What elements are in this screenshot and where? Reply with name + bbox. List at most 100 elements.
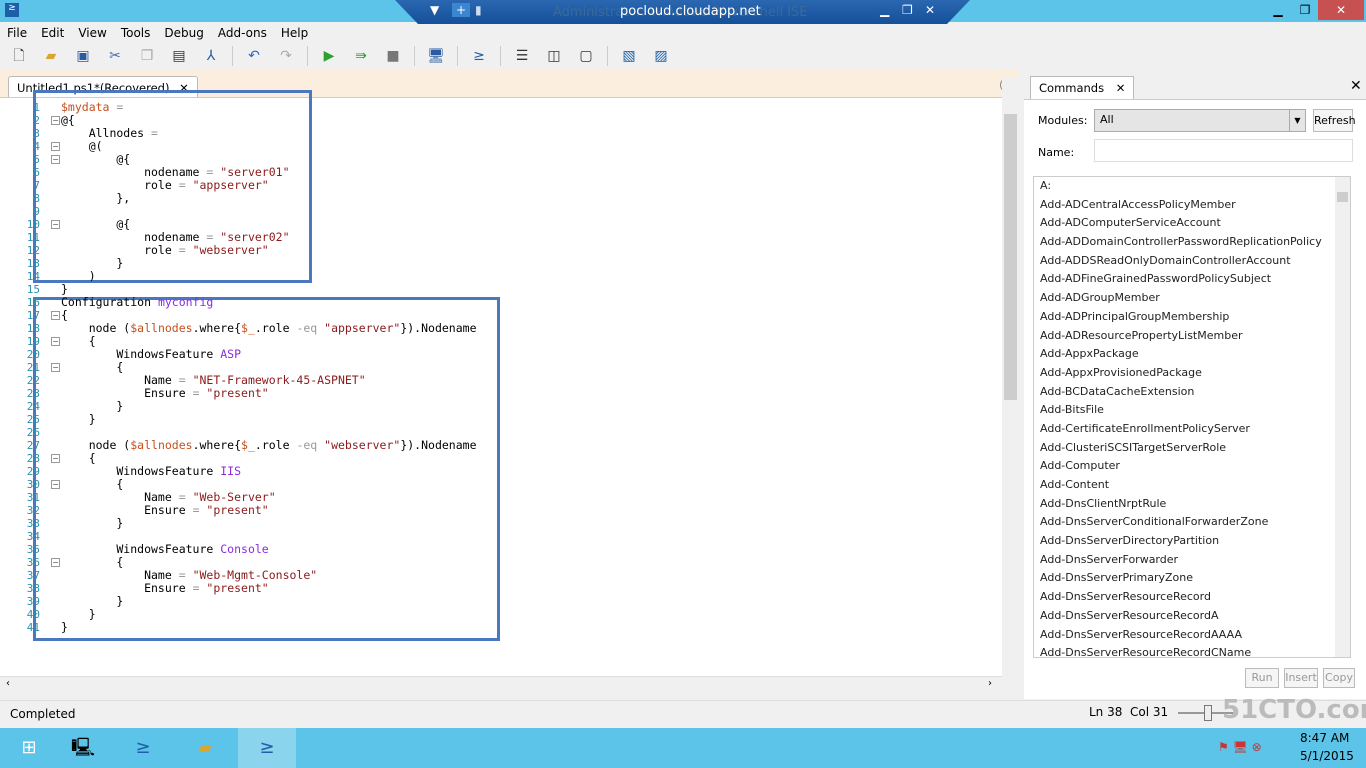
menu-edit[interactable]: Edit	[34, 24, 71, 42]
command-item[interactable]: Add-DnsServerDirectoryPartition	[1034, 532, 1350, 551]
run-button[interactable]: Run	[1245, 668, 1279, 688]
command-item[interactable]: Add-ADGroupMember	[1034, 289, 1350, 308]
editor-vertical-scrollbar[interactable]	[1002, 78, 1019, 678]
menu-file[interactable]: File	[0, 24, 34, 42]
command-item[interactable]: Add-ADPrincipalGroupMembership	[1034, 308, 1350, 327]
command-item[interactable]: Add-BCDataCacheExtension	[1034, 383, 1350, 402]
command-item[interactable]: Add-AppxPackage	[1034, 345, 1350, 364]
command-item[interactable]: Add-DnsServerForwarder	[1034, 551, 1350, 570]
command-item[interactable]: Add-DnsServerResourceRecordA	[1034, 607, 1350, 626]
remote-minimize[interactable]: ▁	[880, 3, 889, 17]
command-item[interactable]: Add-CertificateEnrollmentPolicyServer	[1034, 420, 1350, 439]
clock-time[interactable]: 8:47 AM	[1300, 731, 1349, 745]
cut-icon[interactable]: ✂	[104, 46, 126, 66]
code-line[interactable]: }	[61, 517, 123, 530]
taskbar-ise[interactable]: ≥	[238, 728, 296, 768]
refresh-button[interactable]: Refresh	[1313, 109, 1356, 132]
fold-toggle-icon[interactable]: −	[51, 142, 60, 151]
clock-date[interactable]: 5/1/2015	[1300, 749, 1354, 763]
run-icon[interactable]: ▶	[318, 46, 340, 66]
save-icon[interactable]: ▣	[72, 46, 94, 66]
fold-toggle-icon[interactable]: −	[51, 558, 60, 567]
taskbar-explorer[interactable]: ▰	[176, 728, 234, 768]
taskbar-server-manager[interactable]: 🖳	[54, 728, 112, 768]
code-line[interactable]: node ($allnodes.where{$_.role -eq "appse…	[61, 322, 477, 335]
pane-close-icon[interactable]: ✕	[1350, 78, 1362, 94]
fold-toggle-icon[interactable]: −	[51, 116, 60, 125]
command-item[interactable]: Add-ADComputerServiceAccount	[1034, 214, 1350, 233]
redo-icon[interactable]: ↷	[275, 46, 297, 66]
menu-addons[interactable]: Add-ons	[211, 24, 274, 42]
command-item[interactable]: Add-ADDSReadOnlyDomainControllerAccount	[1034, 252, 1350, 271]
scroll-right-icon[interactable]: ›	[988, 678, 992, 689]
new-icon[interactable]: 🗋	[8, 46, 30, 66]
layout-top-icon[interactable]: ☰	[511, 46, 533, 66]
command-item[interactable]: Add-ADCentralAccessPolicyMember	[1034, 196, 1350, 215]
fold-toggle-icon[interactable]: −	[51, 220, 60, 229]
code-line[interactable]: },	[61, 192, 130, 205]
menu-help[interactable]: Help	[274, 24, 315, 42]
fold-toggle-icon[interactable]: −	[51, 155, 60, 164]
run-selection-icon[interactable]: ⇛	[350, 46, 372, 66]
scroll-left-icon[interactable]: ‹	[6, 678, 10, 689]
code-line[interactable]: }	[61, 413, 96, 426]
layout-max-icon[interactable]: ▢	[575, 46, 597, 66]
copy-button[interactable]: Copy	[1323, 668, 1355, 688]
menu-tools[interactable]: Tools	[114, 24, 158, 42]
command-item[interactable]: Add-DnsServerConditionalForwarderZone	[1034, 513, 1350, 532]
command-item[interactable]: A:	[1034, 177, 1350, 196]
fold-toggle-icon[interactable]: −	[51, 454, 60, 463]
command-item[interactable]: Add-ADResourcePropertyListMember	[1034, 327, 1350, 346]
open-icon[interactable]: ▰	[40, 46, 62, 66]
start-button[interactable]: ⊞	[0, 728, 58, 768]
code-line[interactable]: node ($allnodes.where{$_.role -eq "webse…	[61, 439, 477, 452]
command-item[interactable]: Add-DnsServerResourceRecordAAAA	[1034, 626, 1350, 645]
command-item[interactable]: Add-ClusteriSCSITargetServerRole	[1034, 439, 1350, 458]
command-item[interactable]: Add-DnsServerPrimaryZone	[1034, 569, 1350, 588]
show-console-icon[interactable]: ▨	[650, 46, 672, 66]
scroll-thumb[interactable]	[1004, 114, 1017, 400]
minimize-button[interactable]: ▁	[1265, 0, 1291, 20]
tab-commands[interactable]: Commands ✕	[1030, 76, 1135, 99]
menu-view[interactable]: View	[71, 24, 113, 42]
remote-close[interactable]: ✕	[925, 3, 935, 17]
dropdown-icon[interactable]: ▼	[430, 3, 439, 17]
fold-toggle-icon[interactable]: −	[51, 311, 60, 320]
command-item[interactable]: Add-DnsServerResourceRecordCName	[1034, 644, 1350, 657]
code-line[interactable]: }	[61, 621, 68, 634]
close-button[interactable]: ✕	[1318, 0, 1364, 20]
command-item[interactable]: Add-Content	[1034, 476, 1350, 495]
menu-debug[interactable]: Debug	[157, 24, 210, 42]
undo-icon[interactable]: ↶	[243, 46, 265, 66]
command-item[interactable]: Add-DnsClientNrptRule	[1034, 495, 1350, 514]
insert-button[interactable]: Insert	[1284, 668, 1318, 688]
commands-list-scrollbar[interactable]	[1335, 177, 1350, 657]
editor-horizontal-scrollbar[interactable]: ‹ ›	[0, 676, 1002, 693]
name-input[interactable]	[1094, 139, 1353, 162]
copy-icon[interactable]: ❐	[136, 46, 158, 66]
remote-restore[interactable]: ❐	[902, 3, 913, 17]
script-editor[interactable]: 1 $mydata = 2 @{−3 Allnodes = 4 @(−5 @{−6 no…	[0, 90, 1002, 677]
commands-tab-close-icon[interactable]: ✕	[1116, 81, 1126, 95]
command-item[interactable]: Add-BitsFile	[1034, 401, 1350, 420]
fold-toggle-icon[interactable]: −	[51, 480, 60, 489]
command-item[interactable]: Add-DnsServerResourceRecord	[1034, 588, 1350, 607]
show-script-icon[interactable]: ▧	[618, 46, 640, 66]
maximize-button[interactable]: ❐	[1292, 0, 1318, 20]
pin-icon[interactable]: +	[452, 3, 471, 17]
modules-dropdown[interactable]: All ▼	[1094, 109, 1306, 132]
command-item[interactable]: Add-ADDomainControllerPasswordReplicatio…	[1034, 233, 1350, 252]
stop-icon[interactable]: ■	[382, 46, 404, 66]
paste-icon[interactable]: ▤	[168, 46, 190, 66]
taskbar-powershell[interactable]: ≥	[114, 728, 172, 768]
command-item[interactable]: Add-ADFineGrainedPasswordPolicySubject	[1034, 270, 1350, 289]
tray-icons[interactable]: ⚑ 🖥 ⊗	[1218, 740, 1262, 754]
clear-icon[interactable]: ⅄	[200, 46, 222, 66]
fold-toggle-icon[interactable]: −	[51, 337, 60, 346]
fold-toggle-icon[interactable]: −	[51, 363, 60, 372]
layout-right-icon[interactable]: ◫	[543, 46, 565, 66]
remote-icon[interactable]: 🖥	[425, 46, 447, 66]
code-line[interactable]: Configuration myconfig	[61, 296, 213, 309]
command-item[interactable]: Add-AppxProvisionedPackage	[1034, 364, 1350, 383]
command-item[interactable]: Add-Computer	[1034, 457, 1350, 476]
